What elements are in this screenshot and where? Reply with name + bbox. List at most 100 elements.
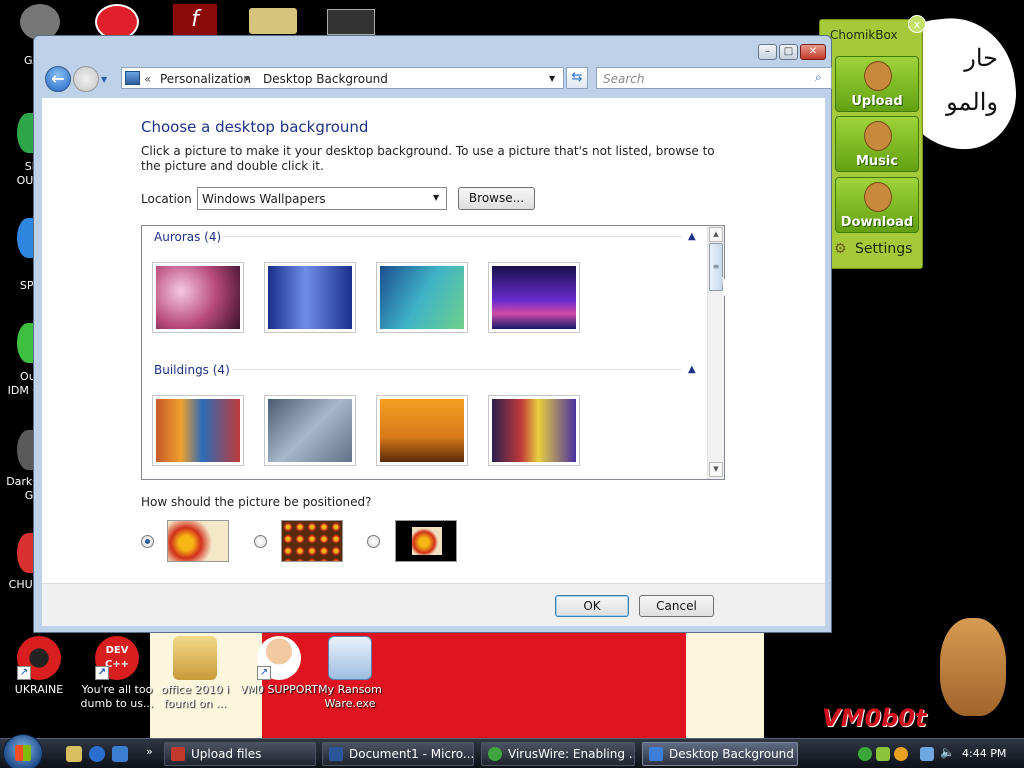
breadcrumb-desktop-background[interactable]: Desktop Background xyxy=(263,72,388,86)
taskbar-button-word[interactable]: Document1 - Micro... xyxy=(322,742,474,766)
taskbar-button-viruswire[interactable]: VirusWire: Enabling ... xyxy=(481,742,635,766)
taskbar-button-upload-files[interactable]: Upload files xyxy=(164,742,316,766)
desktop-icon-label: My Ransom Ware.exe xyxy=(318,683,382,710)
collapse-caret-icon[interactable]: ▲ xyxy=(688,364,696,375)
chomikbox-close-button[interactable]: x xyxy=(908,15,926,33)
chomikbox-download-button[interactable]: Download xyxy=(835,177,919,233)
search-placeholder: Search xyxy=(603,72,645,86)
gear-icon: ⚙ xyxy=(834,241,847,257)
chomikbox-music-button[interactable]: Music xyxy=(835,116,919,172)
wallpaper-thumb[interactable] xyxy=(264,262,356,333)
location-label: Location xyxy=(141,192,192,206)
chomikbox-settings-button[interactable]: ⚙ Settings xyxy=(834,241,912,257)
taskbar-button-desktop-background[interactable]: Desktop Background xyxy=(642,742,798,766)
position-tile-radio[interactable] xyxy=(254,535,267,548)
position-tile-preview[interactable] xyxy=(281,520,343,562)
wallpaper-gallery: Auroras (4) ▲ Buildings (4) ▲ ▲ ≡ ▼ xyxy=(141,225,725,480)
scroll-up-icon[interactable]: ▲ xyxy=(709,227,723,242)
minimize-button[interactable]: – xyxy=(758,44,777,60)
wallpaper-thumb[interactable] xyxy=(488,395,580,466)
gallery-scrollbar[interactable]: ▲ ≡ ▼ xyxy=(707,226,724,479)
address-dropdown-icon[interactable]: ▼ xyxy=(549,74,555,83)
clock[interactable]: 4:44 PM xyxy=(962,747,1006,760)
exe-window-icon xyxy=(328,636,372,680)
search-icon[interactable]: ⌕ xyxy=(815,70,822,85)
hxd-icon[interactable] xyxy=(249,8,297,34)
support-person-icon: ↗ xyxy=(257,636,301,680)
wallpaper-thumb[interactable] xyxy=(152,395,244,466)
flower-image xyxy=(412,527,442,555)
wallpaper-image xyxy=(380,266,464,329)
network-icon[interactable] xyxy=(920,747,934,761)
location-value: Windows Wallpapers xyxy=(202,192,326,206)
maximize-button[interactable]: □ xyxy=(779,44,798,60)
wallpaper-thumb[interactable] xyxy=(488,262,580,333)
taskbar-button-label: VirusWire: Enabling ... xyxy=(508,747,635,761)
music-label: Music xyxy=(855,154,899,169)
position-fill-radio[interactable] xyxy=(141,535,154,548)
show-desktop-icon[interactable] xyxy=(66,746,82,762)
desktop-icon-devcpp[interactable]: DEV C++ ↗ You're all too dumb to us... xyxy=(72,636,162,711)
hamster-icon xyxy=(864,61,892,91)
chomikbox-upload-button[interactable]: Upload xyxy=(835,56,919,112)
radiation-icon: ↗ xyxy=(17,636,61,680)
control-panel-icon xyxy=(649,747,663,761)
tray-green-icon[interactable] xyxy=(858,747,872,761)
refresh-icon[interactable]: ⇆ xyxy=(566,67,588,89)
breadcrumb-separator: ▸ xyxy=(246,74,251,84)
breadcrumb-personalization[interactable]: Personalization xyxy=(160,72,251,86)
control-panel-icon xyxy=(125,71,140,85)
search-input[interactable]: Search ⌕ xyxy=(596,67,832,89)
wallpaper-thumb[interactable] xyxy=(376,395,468,466)
switch-windows-icon[interactable] xyxy=(112,746,128,762)
close-button[interactable]: ✕ xyxy=(800,44,826,60)
wallpaper-arabic-text: حار والمو xyxy=(946,44,998,116)
breadcrumb-overflow-icon[interactable]: « xyxy=(144,72,151,86)
taskbar: » Upload files Document1 - Micro... Viru… xyxy=(0,734,1024,768)
start-button[interactable] xyxy=(3,734,43,768)
desktop-icon-label: office 2010 i found on ... xyxy=(160,683,230,710)
wallpaper-image xyxy=(156,399,240,462)
quicklaunch-overflow-icon[interactable]: » xyxy=(146,745,153,758)
chrome-icon xyxy=(488,747,502,761)
flash-icon[interactable]: f xyxy=(173,4,217,36)
wallpaper-thumb[interactable] xyxy=(264,395,356,466)
instructions-text: Click a picture to make it your desktop … xyxy=(141,144,715,173)
forward-arrow-icon[interactable] xyxy=(73,66,99,92)
group-header-auroras[interactable]: Auroras (4) xyxy=(154,230,221,244)
ok-button[interactable]: OK xyxy=(555,595,629,617)
ie-icon[interactable] xyxy=(89,746,105,762)
windows-logo-icon xyxy=(15,745,31,761)
position-center-preview[interactable] xyxy=(395,520,457,562)
browse-button[interactable]: Browse... xyxy=(458,187,535,210)
cancel-button[interactable]: Cancel xyxy=(639,595,714,617)
volume-muted-icon[interactable]: 🔈 xyxy=(940,745,955,759)
upload-label: Upload xyxy=(851,94,903,109)
back-arrow-icon[interactable]: ← xyxy=(45,66,71,92)
wallpaper-cream-right xyxy=(686,632,764,738)
tray-search-icon[interactable] xyxy=(894,747,908,761)
desktop-icon-office[interactable]: office 2010 i found on ... xyxy=(150,636,240,711)
wallpaper-thumb[interactable] xyxy=(376,262,468,333)
navigation-bar: ← ▼ « Personalization ▸ Desktop Backgrou… xyxy=(43,65,832,94)
location-dropdown[interactable]: Windows Wallpapers ▼ xyxy=(197,187,447,210)
taskbar-button-label: Upload files xyxy=(191,747,262,761)
console-icon[interactable] xyxy=(327,9,375,35)
taskbar-button-label: Desktop Background xyxy=(669,747,794,761)
tray-chomik-icon[interactable] xyxy=(876,747,890,761)
wallpaper-thumb[interactable] xyxy=(152,262,244,333)
group-divider xyxy=(232,369,682,370)
recent-pages-chevron-icon[interactable]: ▼ xyxy=(101,75,107,84)
collapse-caret-icon[interactable]: ▲ xyxy=(688,231,696,242)
scroll-down-icon[interactable]: ▼ xyxy=(709,462,723,477)
wallpaper-image xyxy=(268,266,352,329)
dialog-footer: OK Cancel xyxy=(42,583,825,626)
group-header-buildings[interactable]: Buildings (4) xyxy=(154,363,230,377)
address-bar[interactable]: « Personalization ▸ Desktop Background ▼ xyxy=(121,67,564,89)
download-label: Download xyxy=(840,215,914,230)
position-fill-preview[interactable] xyxy=(167,520,229,562)
desktop-icon-ransomware[interactable]: My Ransom Ware.exe xyxy=(305,636,395,711)
page-title: Choose a desktop background xyxy=(141,118,369,136)
position-center-radio[interactable] xyxy=(367,535,380,548)
group-divider xyxy=(222,236,682,237)
